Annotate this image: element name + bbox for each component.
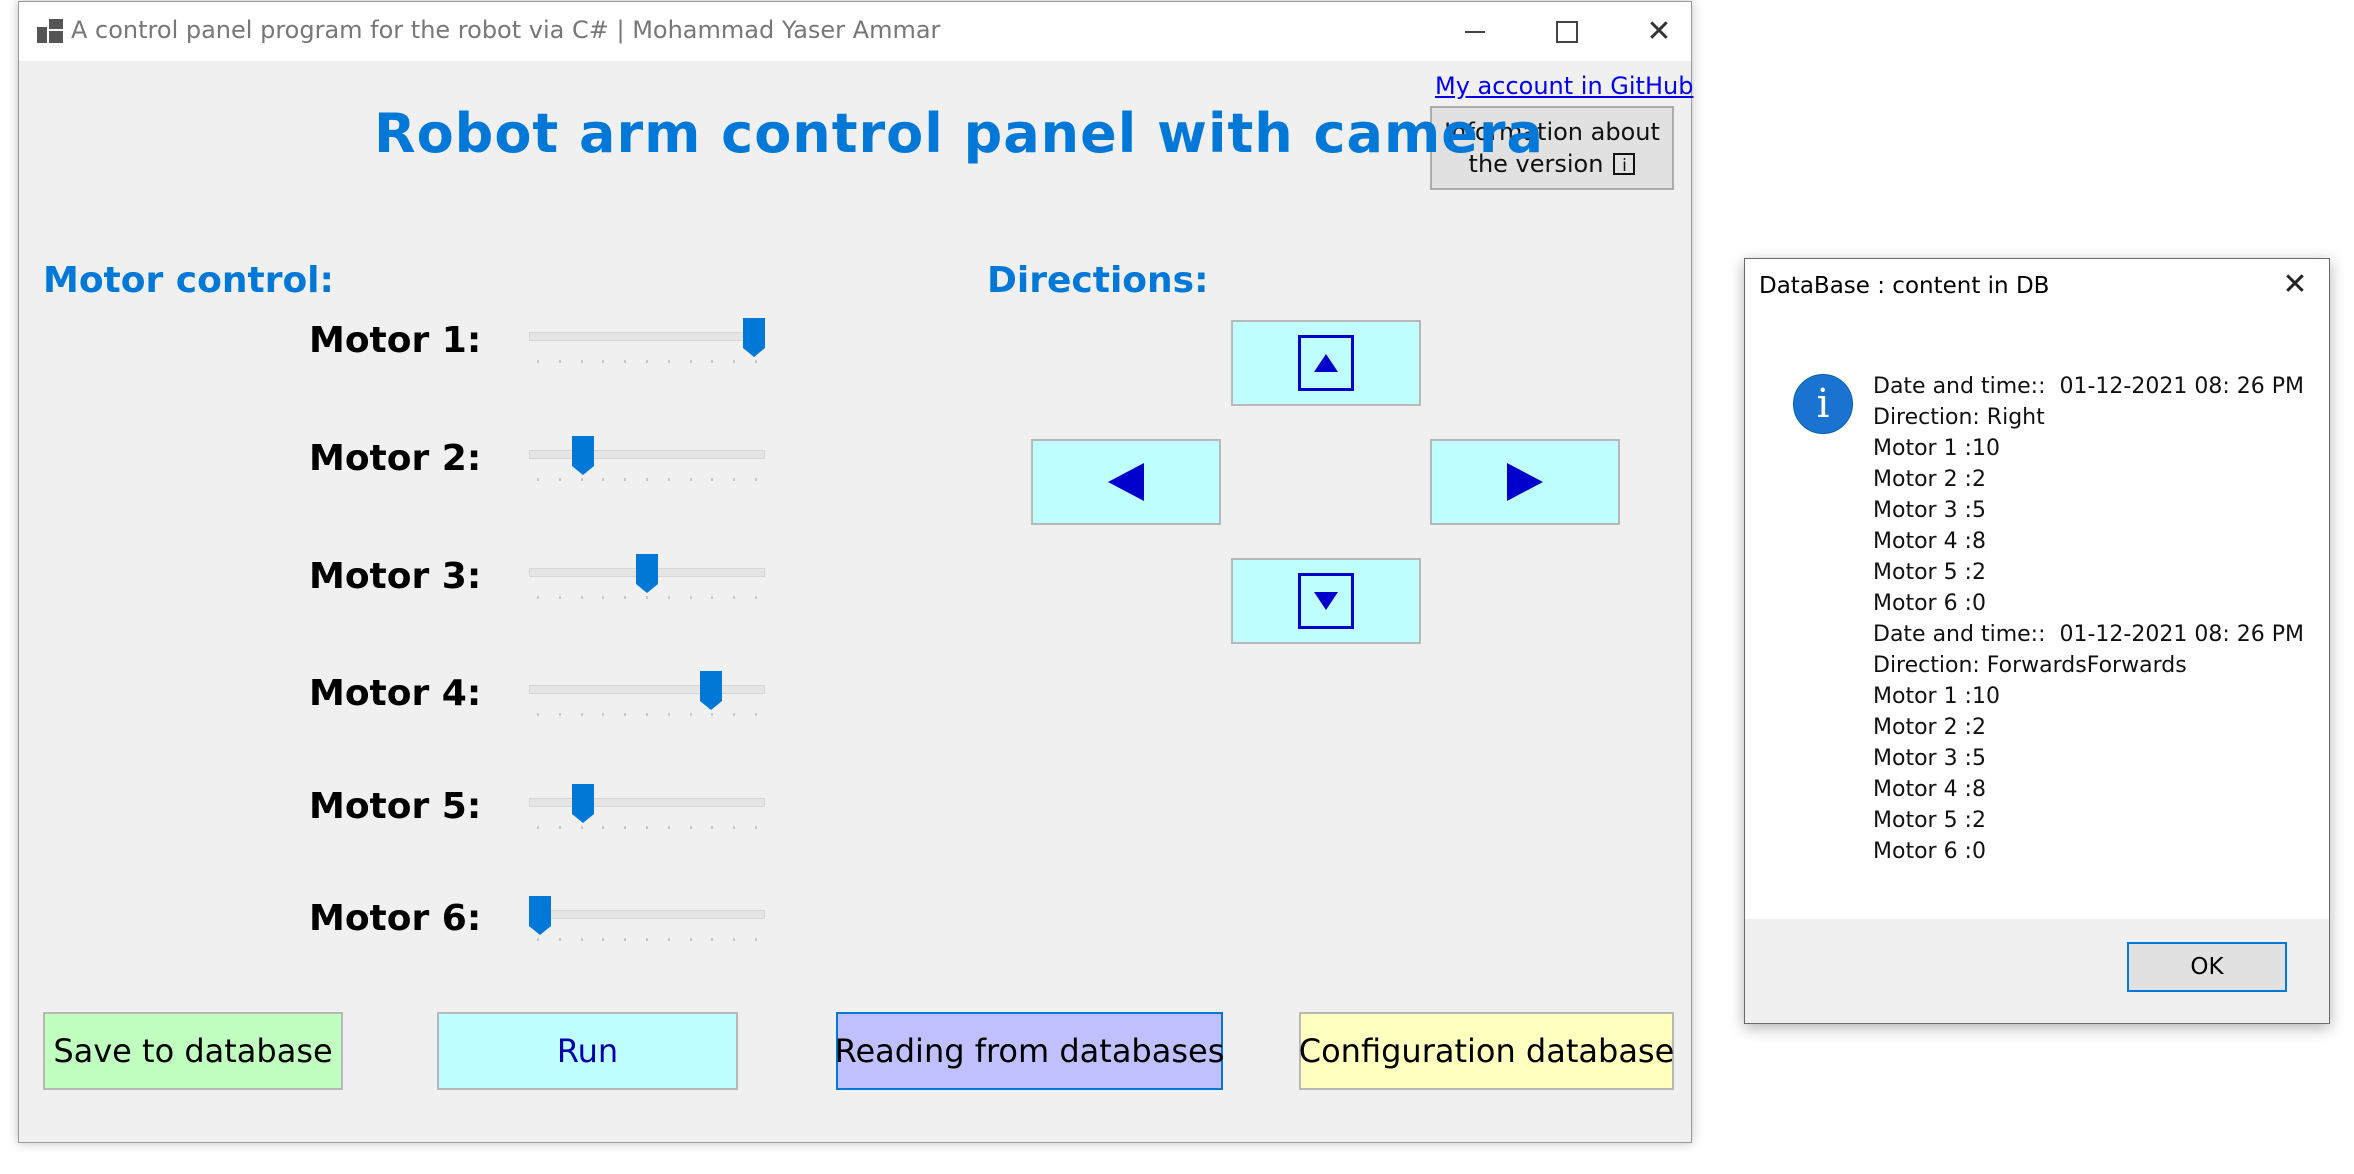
slider-ticks bbox=[537, 713, 757, 717]
slider-thumb[interactable] bbox=[743, 318, 765, 358]
close-icon: ✕ bbox=[2282, 267, 2308, 302]
down-arrow-icon bbox=[1298, 573, 1354, 629]
slider-thumb[interactable] bbox=[700, 671, 723, 711]
dialog-line: Motor 5 :2 bbox=[1873, 560, 1986, 585]
slider-ticks bbox=[537, 360, 757, 364]
slider-track bbox=[529, 910, 765, 919]
run-button[interactable]: Run bbox=[437, 1012, 738, 1090]
maximize-button[interactable] bbox=[1521, 2, 1613, 61]
motor-label: Motor 4: bbox=[309, 673, 482, 714]
dialog-line: Motor 5 :2 bbox=[1873, 808, 1986, 833]
dialog-title: DataBase : content in DB bbox=[1759, 273, 2050, 299]
motor-label: Motor 1: bbox=[309, 320, 482, 361]
slider-thumb[interactable] bbox=[571, 784, 594, 824]
main-window: A control panel program for the robot vi… bbox=[18, 1, 1693, 1143]
minimize-button[interactable] bbox=[1429, 2, 1521, 61]
close-button[interactable]: ✕ bbox=[1613, 2, 1705, 61]
configuration-database-button[interactable]: Configuration database bbox=[1299, 1012, 1674, 1090]
motor-row: Motor 6: bbox=[19, 896, 819, 958]
motor-label: Motor 2: bbox=[309, 438, 482, 479]
dialog-line: Motor 1 :10 bbox=[1873, 684, 2000, 709]
motor-row: Motor 2: bbox=[19, 436, 819, 498]
close-icon: ✕ bbox=[1646, 13, 1672, 49]
slider-track bbox=[529, 332, 765, 341]
dialog-line: Direction: Right bbox=[1873, 405, 2045, 430]
window-title: A control panel program for the robot vi… bbox=[71, 16, 941, 44]
dialog-line: Direction: ForwardsForwards bbox=[1873, 653, 2187, 678]
title-bar: A control panel program for the robot vi… bbox=[19, 2, 1691, 61]
slider-thumb[interactable] bbox=[571, 436, 594, 476]
dialog-line: Date and time:: 01-12-2021 08: 26 PM bbox=[1873, 622, 2304, 647]
right-arrow-icon bbox=[1507, 463, 1543, 501]
dialog-line: Motor 3 :5 bbox=[1873, 498, 1986, 523]
information-icon: i bbox=[1793, 374, 1853, 434]
motor-slider[interactable] bbox=[529, 318, 765, 380]
dialog-line: Date and time:: 01-12-2021 08: 26 PM bbox=[1873, 374, 2304, 399]
slider-track bbox=[529, 685, 765, 694]
dialog-line: Motor 6 :0 bbox=[1873, 591, 1986, 616]
motor-slider[interactable] bbox=[529, 671, 765, 733]
motor-slider[interactable] bbox=[529, 896, 765, 958]
down-button[interactable] bbox=[1231, 558, 1421, 644]
motor-row: Motor 4: bbox=[19, 671, 819, 733]
slider-track bbox=[529, 798, 765, 807]
slider-thumb[interactable] bbox=[636, 554, 658, 594]
app-icon bbox=[37, 19, 63, 43]
dialog-line: Motor 4 :8 bbox=[1873, 777, 1986, 802]
minimize-icon bbox=[1465, 30, 1485, 33]
motor-row: Motor 1: bbox=[19, 318, 819, 380]
read-databases-button[interactable]: Reading from databases bbox=[835, 1012, 1224, 1090]
dialog-line: Motor 2 :2 bbox=[1873, 715, 1986, 740]
motor-slider[interactable] bbox=[529, 554, 765, 616]
slider-ticks bbox=[537, 826, 757, 830]
page-title: Robot arm control panel with camera bbox=[374, 102, 1544, 165]
up-arrow-icon bbox=[1298, 335, 1354, 391]
right-button[interactable] bbox=[1430, 439, 1620, 525]
github-link[interactable]: My account in GitHub bbox=[1435, 72, 1693, 100]
slider-track bbox=[529, 450, 765, 459]
slider-ticks bbox=[537, 938, 757, 942]
dialog-footer: OK bbox=[1745, 919, 2329, 1023]
dialog-close-button[interactable]: ✕ bbox=[2275, 265, 2315, 305]
save-to-database-button[interactable]: Save to database bbox=[43, 1012, 343, 1090]
motor-row: Motor 3: bbox=[19, 554, 819, 616]
up-button[interactable] bbox=[1231, 320, 1421, 406]
motor-control-label: Motor control: bbox=[43, 260, 334, 301]
motor-row: Motor 5: bbox=[19, 784, 819, 846]
slider-ticks bbox=[537, 596, 757, 600]
dialog-line: Motor 3 :5 bbox=[1873, 746, 1986, 771]
slider-thumb[interactable] bbox=[529, 896, 551, 936]
dialog-line: Motor 6 :0 bbox=[1873, 839, 1986, 864]
motor-slider[interactable] bbox=[529, 784, 765, 846]
dialog-message: Date and time:: 01-12-2021 08: 26 PMDire… bbox=[1873, 371, 2313, 867]
directions-label: Directions: bbox=[987, 260, 1209, 301]
left-button[interactable] bbox=[1031, 439, 1221, 525]
database-dialog: DataBase : content in DB ✕ i Date and ti… bbox=[1744, 258, 2330, 1024]
dialog-line: Motor 2 :2 bbox=[1873, 467, 1986, 492]
motor-label: Motor 5: bbox=[309, 786, 482, 827]
dialog-line: Motor 4 :8 bbox=[1873, 529, 1986, 554]
slider-ticks bbox=[537, 478, 757, 482]
motor-label: Motor 6: bbox=[309, 898, 482, 939]
ok-button[interactable]: OK bbox=[2127, 942, 2287, 992]
motor-slider[interactable] bbox=[529, 436, 765, 498]
dialog-line: Motor 1 :10 bbox=[1873, 436, 2000, 461]
motor-label: Motor 3: bbox=[309, 556, 482, 597]
maximize-icon bbox=[1556, 20, 1578, 43]
left-arrow-icon bbox=[1108, 463, 1144, 501]
info-icon: i bbox=[1613, 153, 1636, 176]
